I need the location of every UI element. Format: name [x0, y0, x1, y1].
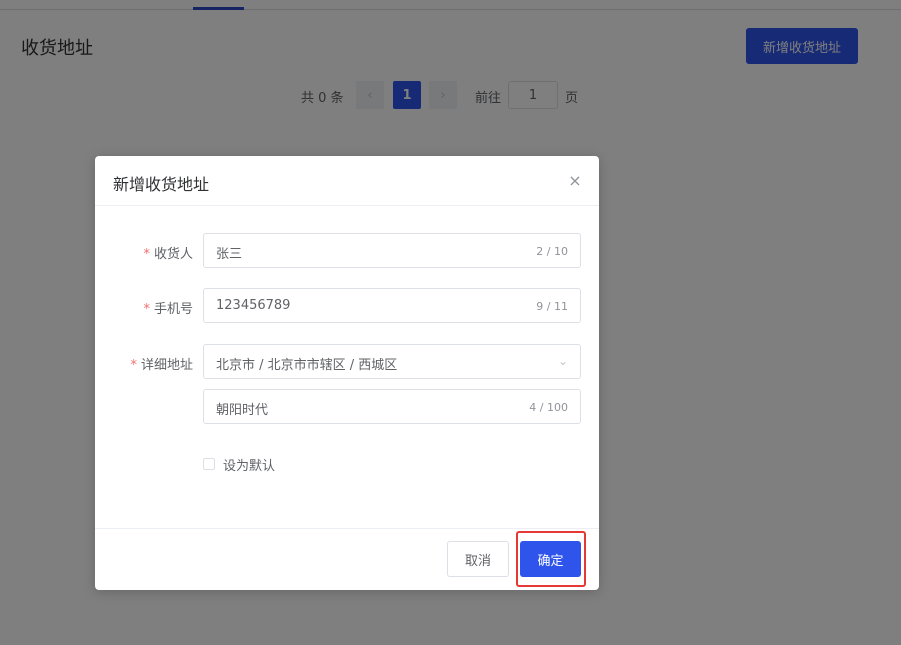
dialog-title: 新增收货地址	[113, 175, 210, 194]
default-checkbox[interactable]	[203, 458, 215, 470]
required-mark: *	[130, 358, 137, 373]
address-label: * 详细地址	[95, 354, 193, 373]
address-label-text: 详细地址	[140, 358, 193, 373]
consignee-value: 张三	[216, 247, 243, 262]
dialog-header: 新增收货地址 ×	[95, 156, 599, 206]
cancel-button[interactable]: 取消	[447, 541, 509, 577]
address-detail-input[interactable]: 朝阳时代 4 / 100	[203, 389, 581, 424]
consignee-label-text: 收货人	[153, 247, 193, 262]
close-icon[interactable]: ×	[567, 173, 583, 189]
default-checkbox-group[interactable]: 设为默认	[203, 455, 275, 474]
required-mark: *	[143, 247, 150, 262]
phone-label-text: 手机号	[153, 302, 193, 317]
region-select[interactable]: 北京市 / 北京市市辖区 / 西城区 ⌄	[203, 344, 581, 379]
required-mark: *	[143, 302, 150, 317]
address-detail-value: 朝阳时代	[216, 403, 269, 418]
add-address-dialog: 新增收货地址 × * 收货人 张三 2 / 10 * 手机号 123456789 9…	[95, 156, 599, 590]
region-value: 北京市 / 北京市市辖区 / 西城区	[216, 358, 398, 373]
chevron-down-icon: ⌄	[557, 354, 568, 368]
address-detail-count: 4 / 100	[529, 401, 568, 414]
phone-input[interactable]: 123456789 9 / 11	[203, 288, 581, 323]
phone-value: 123456789	[216, 298, 291, 313]
dialog-footer-divider	[95, 528, 599, 529]
confirm-button[interactable]: 确定	[520, 541, 581, 577]
consignee-count: 2 / 10	[536, 245, 568, 258]
consignee-label: * 收货人	[95, 243, 193, 262]
default-checkbox-label[interactable]: 设为默认	[223, 455, 275, 474]
phone-label: * 手机号	[95, 298, 193, 317]
phone-count: 9 / 11	[536, 300, 568, 313]
consignee-input[interactable]: 张三 2 / 10	[203, 233, 581, 268]
